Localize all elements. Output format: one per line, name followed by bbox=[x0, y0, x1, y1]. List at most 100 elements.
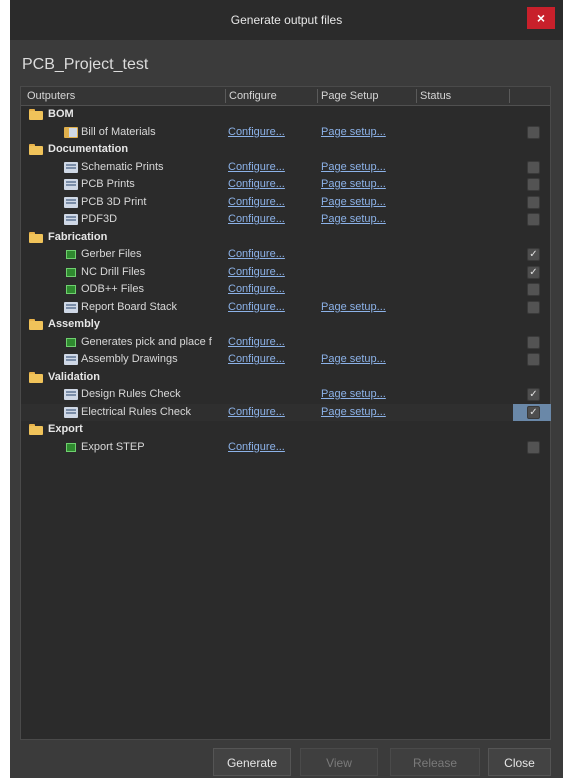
group-row[interactable]: Fabrication bbox=[21, 229, 550, 247]
enable-checkbox[interactable] bbox=[527, 195, 540, 209]
page-setup-link[interactable]: Page setup... bbox=[321, 178, 386, 190]
outputer-row[interactable]: Export STEP Configure... bbox=[21, 439, 550, 457]
outputer-name: Bill of Materials bbox=[81, 125, 156, 138]
outputer-row[interactable]: Schematic Prints Configure... Page setup..… bbox=[21, 159, 550, 177]
configure-link[interactable]: Configure... bbox=[228, 126, 285, 138]
column-header-configure[interactable]: Configure bbox=[229, 90, 277, 102]
page-setup-link[interactable]: Page setup... bbox=[321, 353, 386, 365]
enable-checkbox[interactable] bbox=[527, 353, 540, 366]
enable-checkbox[interactable]: ✓ bbox=[527, 248, 540, 261]
enable-checkbox[interactable] bbox=[527, 178, 540, 191]
group-row[interactable]: Export bbox=[21, 421, 550, 439]
column-header-page-setup[interactable]: Page Setup bbox=[321, 90, 379, 102]
group-label: Export bbox=[48, 423, 83, 435]
generate-button[interactable]: Generate bbox=[213, 748, 291, 776]
fabrication-icon bbox=[66, 250, 76, 259]
column-header-status[interactable]: Status bbox=[420, 90, 451, 102]
bom-icon bbox=[64, 126, 78, 138]
folder-icon bbox=[29, 319, 43, 330]
configure-link[interactable]: Configure... bbox=[228, 266, 285, 278]
group-label: BOM bbox=[48, 108, 74, 120]
group-row[interactable]: Documentation bbox=[21, 141, 550, 159]
folder-icon bbox=[29, 371, 43, 383]
outputer-name: ODB++ Files bbox=[81, 283, 144, 295]
configure-link[interactable]: Configure... bbox=[228, 248, 285, 260]
close-button[interactable]: Close bbox=[488, 748, 551, 776]
page-setup-link[interactable]: Page setup... bbox=[321, 301, 386, 313]
enable-checkbox[interactable] bbox=[527, 160, 540, 174]
configure-link[interactable]: Configure... bbox=[228, 196, 285, 208]
page-setup-link[interactable]: Page setup... bbox=[321, 406, 386, 418]
configure-link[interactable]: Configure... bbox=[228, 213, 285, 225]
page-setup-link[interactable]: Page setup... bbox=[321, 213, 386, 225]
outputer-name: NC Drill Files bbox=[81, 265, 146, 278]
outputer-row[interactable]: ODB++ Files Configure... bbox=[21, 281, 550, 299]
group-row[interactable]: Assembly bbox=[21, 316, 550, 334]
outputer-name: Generates pick and place f bbox=[81, 335, 212, 348]
outputer-name: Assembly Drawings bbox=[81, 353, 178, 365]
dialog-title: Generate output files bbox=[230, 13, 343, 27]
enable-checkbox[interactable]: ✓ bbox=[527, 388, 540, 401]
enable-checkbox[interactable] bbox=[527, 213, 540, 226]
outputer-name: PCB 3D Print bbox=[81, 195, 147, 208]
print-icon bbox=[64, 214, 78, 225]
release-button[interactable]: Release bbox=[390, 748, 480, 776]
enable-checkbox[interactable]: ✓ bbox=[527, 405, 540, 419]
configure-link[interactable]: Configure... bbox=[228, 161, 285, 173]
folder-icon bbox=[29, 424, 43, 435]
outputer-name: Schematic Prints bbox=[81, 160, 164, 173]
group-label: Validation bbox=[48, 370, 100, 383]
enable-checkbox[interactable] bbox=[527, 335, 540, 349]
group-row[interactable]: BOM bbox=[21, 106, 550, 124]
configure-link[interactable]: Configure... bbox=[228, 406, 285, 418]
page-setup-link[interactable]: Page setup... bbox=[321, 161, 386, 173]
outputer-row[interactable]: Electrical Rules Check Configure... Page s… bbox=[21, 403, 551, 421]
print-icon bbox=[64, 389, 78, 400]
group-label: Assembly bbox=[48, 318, 100, 330]
outputer-name: PCB Prints bbox=[81, 178, 135, 190]
page-setup-link[interactable]: Page setup... bbox=[321, 388, 386, 400]
outputer-row[interactable]: Bill of Materials Configure... Page setup.… bbox=[21, 124, 550, 142]
configure-link[interactable]: Configure... bbox=[228, 353, 285, 365]
enable-checkbox[interactable]: ✓ bbox=[527, 265, 540, 279]
enable-checkbox[interactable] bbox=[527, 440, 540, 454]
outputer-row[interactable]: PCB 3D Print Configure... Page setup... bbox=[21, 194, 550, 212]
outputer-name: Report Board Stack bbox=[81, 300, 177, 313]
print-icon bbox=[64, 196, 78, 208]
outputer-row[interactable]: Assembly Drawings Configure... Page setup.… bbox=[21, 351, 550, 369]
print-icon bbox=[64, 161, 78, 173]
page-setup-link[interactable]: Page setup... bbox=[321, 196, 386, 208]
configure-link[interactable]: Configure... bbox=[228, 178, 285, 190]
configure-link[interactable]: Configure... bbox=[228, 441, 285, 453]
outputers-list: BOM Bill of Materials Configure... Page set… bbox=[21, 106, 551, 457]
enable-checkbox[interactable] bbox=[527, 125, 540, 139]
group-label: Documentation bbox=[48, 143, 129, 155]
outputer-row[interactable]: PCB Prints Configure... Page setup... bbox=[21, 176, 550, 194]
outputer-row[interactable]: Report Board Stack Configure... Page setup… bbox=[21, 299, 550, 317]
view-button[interactable]: View bbox=[300, 748, 378, 776]
outputer-row[interactable]: PDF3D Configure... Page setup... bbox=[21, 211, 550, 229]
outputer-row[interactable]: Gerber Files Configure... ✓ bbox=[21, 246, 550, 264]
folder-icon bbox=[29, 231, 43, 243]
dialog-footer: Generate View Release Close bbox=[10, 748, 563, 778]
outputer-row[interactable]: NC Drill Files Configure... ✓ bbox=[21, 264, 550, 282]
configure-link[interactable]: Configure... bbox=[228, 336, 285, 348]
configure-link[interactable]: Configure... bbox=[228, 301, 285, 313]
fabrication-icon bbox=[66, 337, 76, 347]
outputer-name: PDF3D bbox=[81, 213, 118, 225]
outputer-row[interactable]: Generates pick and place f Configure... bbox=[21, 334, 550, 352]
outputer-name: Electrical Rules Check bbox=[81, 405, 192, 418]
enable-checkbox[interactable] bbox=[527, 283, 540, 296]
enable-checkbox[interactable] bbox=[527, 300, 540, 314]
configure-link[interactable]: Configure... bbox=[228, 283, 285, 295]
group-row[interactable]: Validation bbox=[21, 369, 550, 387]
print-icon bbox=[64, 354, 78, 365]
folder-icon bbox=[29, 144, 43, 155]
page-setup-link[interactable]: Page setup... bbox=[321, 126, 386, 138]
close-icon[interactable]: × bbox=[527, 7, 555, 29]
group-label: Fabrication bbox=[48, 230, 108, 243]
print-icon bbox=[64, 301, 78, 313]
outputer-name: Gerber Files bbox=[81, 248, 142, 260]
column-header-outputers[interactable]: Outputers bbox=[27, 90, 75, 102]
outputer-row[interactable]: Design Rules Check Page setup... ✓ bbox=[21, 386, 550, 404]
